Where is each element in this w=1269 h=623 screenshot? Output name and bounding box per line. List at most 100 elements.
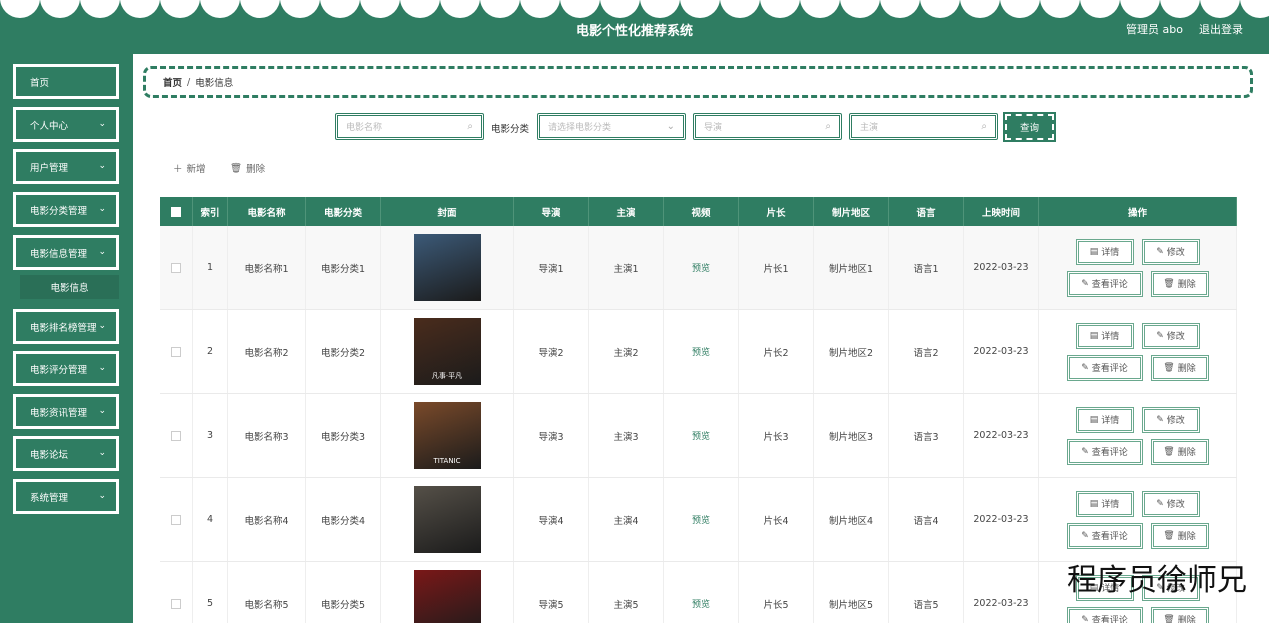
scallop-shape [360,0,400,18]
delete-button-label: 删除 [1177,616,1196,623]
cell-date: 2022-03-23 [964,478,1039,561]
scallop-shape [720,0,760,18]
pencil-icon: ✎ [1081,446,1089,457]
video-preview-link[interactable]: 预览 [692,261,710,274]
movie-name-placeholder: 电影名称 [346,123,383,133]
row-checkbox-cell [160,310,193,393]
edit-button[interactable]: ✎ 修改 [1141,490,1200,517]
cell-length: 片长4 [739,478,814,561]
edit-button[interactable]: ✎ 修改 [1141,238,1200,265]
view-comments-button[interactable]: ✎ 查看评论 [1066,606,1143,623]
director-search-input[interactable]: 导演 ⌕ [693,113,842,140]
scallop-shape [920,0,960,18]
movie-cover-image[interactable]: TITANIC [413,402,481,469]
breadcrumb-home[interactable]: 首页 [163,75,182,89]
sidebar-item-0[interactable]: 首页 [13,64,119,99]
edit-button[interactable]: ✎ 修改 [1141,322,1200,349]
chevron-down-icon: ⌄ [98,321,106,331]
sidebar-item-5[interactable]: 电影排名榜管理 ⌄ [13,309,119,344]
movie-cover-image[interactable] [413,486,481,553]
admin-user-label[interactable]: 管理员 abo [1126,21,1183,37]
delete-button[interactable]: 🗑 删除 [1150,270,1209,297]
movie-cover-image[interactable] [413,234,481,301]
cell-length: 片长1 [739,226,814,309]
video-preview-link[interactable]: 预览 [692,597,710,610]
sidebar-item-9[interactable]: 系统管理 ⌄ [13,479,119,514]
scallop-shape [200,0,240,18]
logout-link[interactable]: 退出登录 [1199,21,1243,37]
scallop-shape [40,0,80,18]
detail-button[interactable]: ▤ 详情 [1075,490,1134,517]
chevron-down-icon: ⌄ [98,363,106,373]
view-comments-button[interactable]: ✎ 查看评论 [1066,522,1143,549]
view-comments-button-label: 查看评论 [1091,364,1128,374]
sidebar-subitem-movie-info[interactable]: 电影信息 [20,275,119,299]
row-checkbox-cell [160,478,193,561]
sidebar-item-4[interactable]: 电影信息管理 ⌄ [13,235,119,270]
header-checkbox-cell [160,197,193,226]
delete-button[interactable]: 🗑 删除 [1150,438,1209,465]
detail-button[interactable]: ▤ 详情 [1075,406,1134,433]
delete-label: 删除 [246,164,266,175]
chevron-down-icon: ⌄ [666,121,675,132]
add-button[interactable]: ＋ 新增 [173,161,206,175]
row-checkbox[interactable] [171,430,181,441]
select-all-checkbox[interactable] [171,206,181,217]
sidebar-item-6[interactable]: 电影评分管理 ⌄ [13,351,119,386]
view-comments-button[interactable]: ✎ 查看评论 [1066,270,1143,297]
chevron-down-icon: ⌄ [98,161,106,171]
row-checkbox[interactable] [171,346,181,357]
cell-date: 2022-03-23 [964,226,1039,309]
batch-delete-button[interactable]: 🗑 删除 [230,161,266,176]
row-checkbox[interactable] [171,598,181,609]
actor-search-input[interactable]: 主演 ⌕ [849,113,998,140]
view-comments-button[interactable]: ✎ 查看评论 [1066,438,1143,465]
sidebar-item-7[interactable]: 电影资讯管理 ⌄ [13,394,119,429]
operations-row: ✎ 查看评论 🗑 删除 [1066,354,1209,381]
cell-category: 电影分类1 [306,226,381,309]
document-icon: ▤ [1089,246,1099,257]
cell-category: 电影分类2 [306,310,381,393]
cell-language: 语言1 [889,226,964,309]
scallop-shape [160,0,200,18]
view-comments-button[interactable]: ✎ 查看评论 [1066,354,1143,381]
pencil-icon: ✎ [1081,362,1089,373]
sidebar-item-label: 电影论坛 [30,449,69,461]
video-preview-link[interactable]: 预览 [692,429,710,442]
pencil-icon: ✎ [1081,614,1089,623]
sidebar-item-2[interactable]: 用户管理 ⌄ [13,149,119,184]
search-icon: ⌕ [825,121,831,132]
video-cell: 预览 [664,310,739,393]
row-checkbox[interactable] [171,262,181,273]
sidebar-item-1[interactable]: 个人中心 ⌄ [13,107,119,142]
trash-icon: 🗑 [1163,362,1175,373]
row-checkbox[interactable] [171,514,181,525]
scallop-shape [960,0,1000,18]
edit-button[interactable]: ✎ 修改 [1141,406,1200,433]
cell-language: 语言2 [889,310,964,393]
column-header: 视频 [664,197,739,226]
sidebar-item-8[interactable]: 电影论坛 ⌄ [13,436,119,471]
cell-actor: 主演2 [589,310,664,393]
cell-category: 电影分类3 [306,394,381,477]
pencil-icon: ✎ [1081,530,1089,541]
pencil-icon: ✎ [1081,278,1089,289]
query-button[interactable]: 查询 [1003,112,1056,142]
movie-name-search-input[interactable]: 电影名称 ⌕ [335,113,484,140]
video-preview-link[interactable]: 预览 [692,345,710,358]
movie-cover-image[interactable]: AMADEUS [413,570,481,623]
cover-cell: TITANIC [381,394,514,477]
header: 电影个性化推荐系统 管理员 abo 退出登录 [0,0,1269,54]
delete-button[interactable]: 🗑 删除 [1150,522,1209,549]
category-select[interactable]: 请选择电影分类 ⌄ [537,113,686,140]
sidebar-item-3[interactable]: 电影分类管理 ⌄ [13,192,119,227]
detail-button[interactable]: ▤ 详情 [1075,238,1134,265]
video-preview-link[interactable]: 预览 [692,513,710,526]
table-row: 4 电影名称4 电影分类4 导演4 主演4 预览 片长4 制片地区4 语言4 2022-03-23… [160,478,1237,562]
delete-button[interactable]: 🗑 删除 [1150,606,1209,623]
detail-button[interactable]: ▤ 详情 [1075,322,1134,349]
movie-cover-image[interactable]: 凡事·平凡 [413,318,481,385]
scallop-shape [480,0,520,18]
delete-button[interactable]: 🗑 删除 [1150,354,1209,381]
view-comments-button-label: 查看评论 [1091,616,1128,623]
